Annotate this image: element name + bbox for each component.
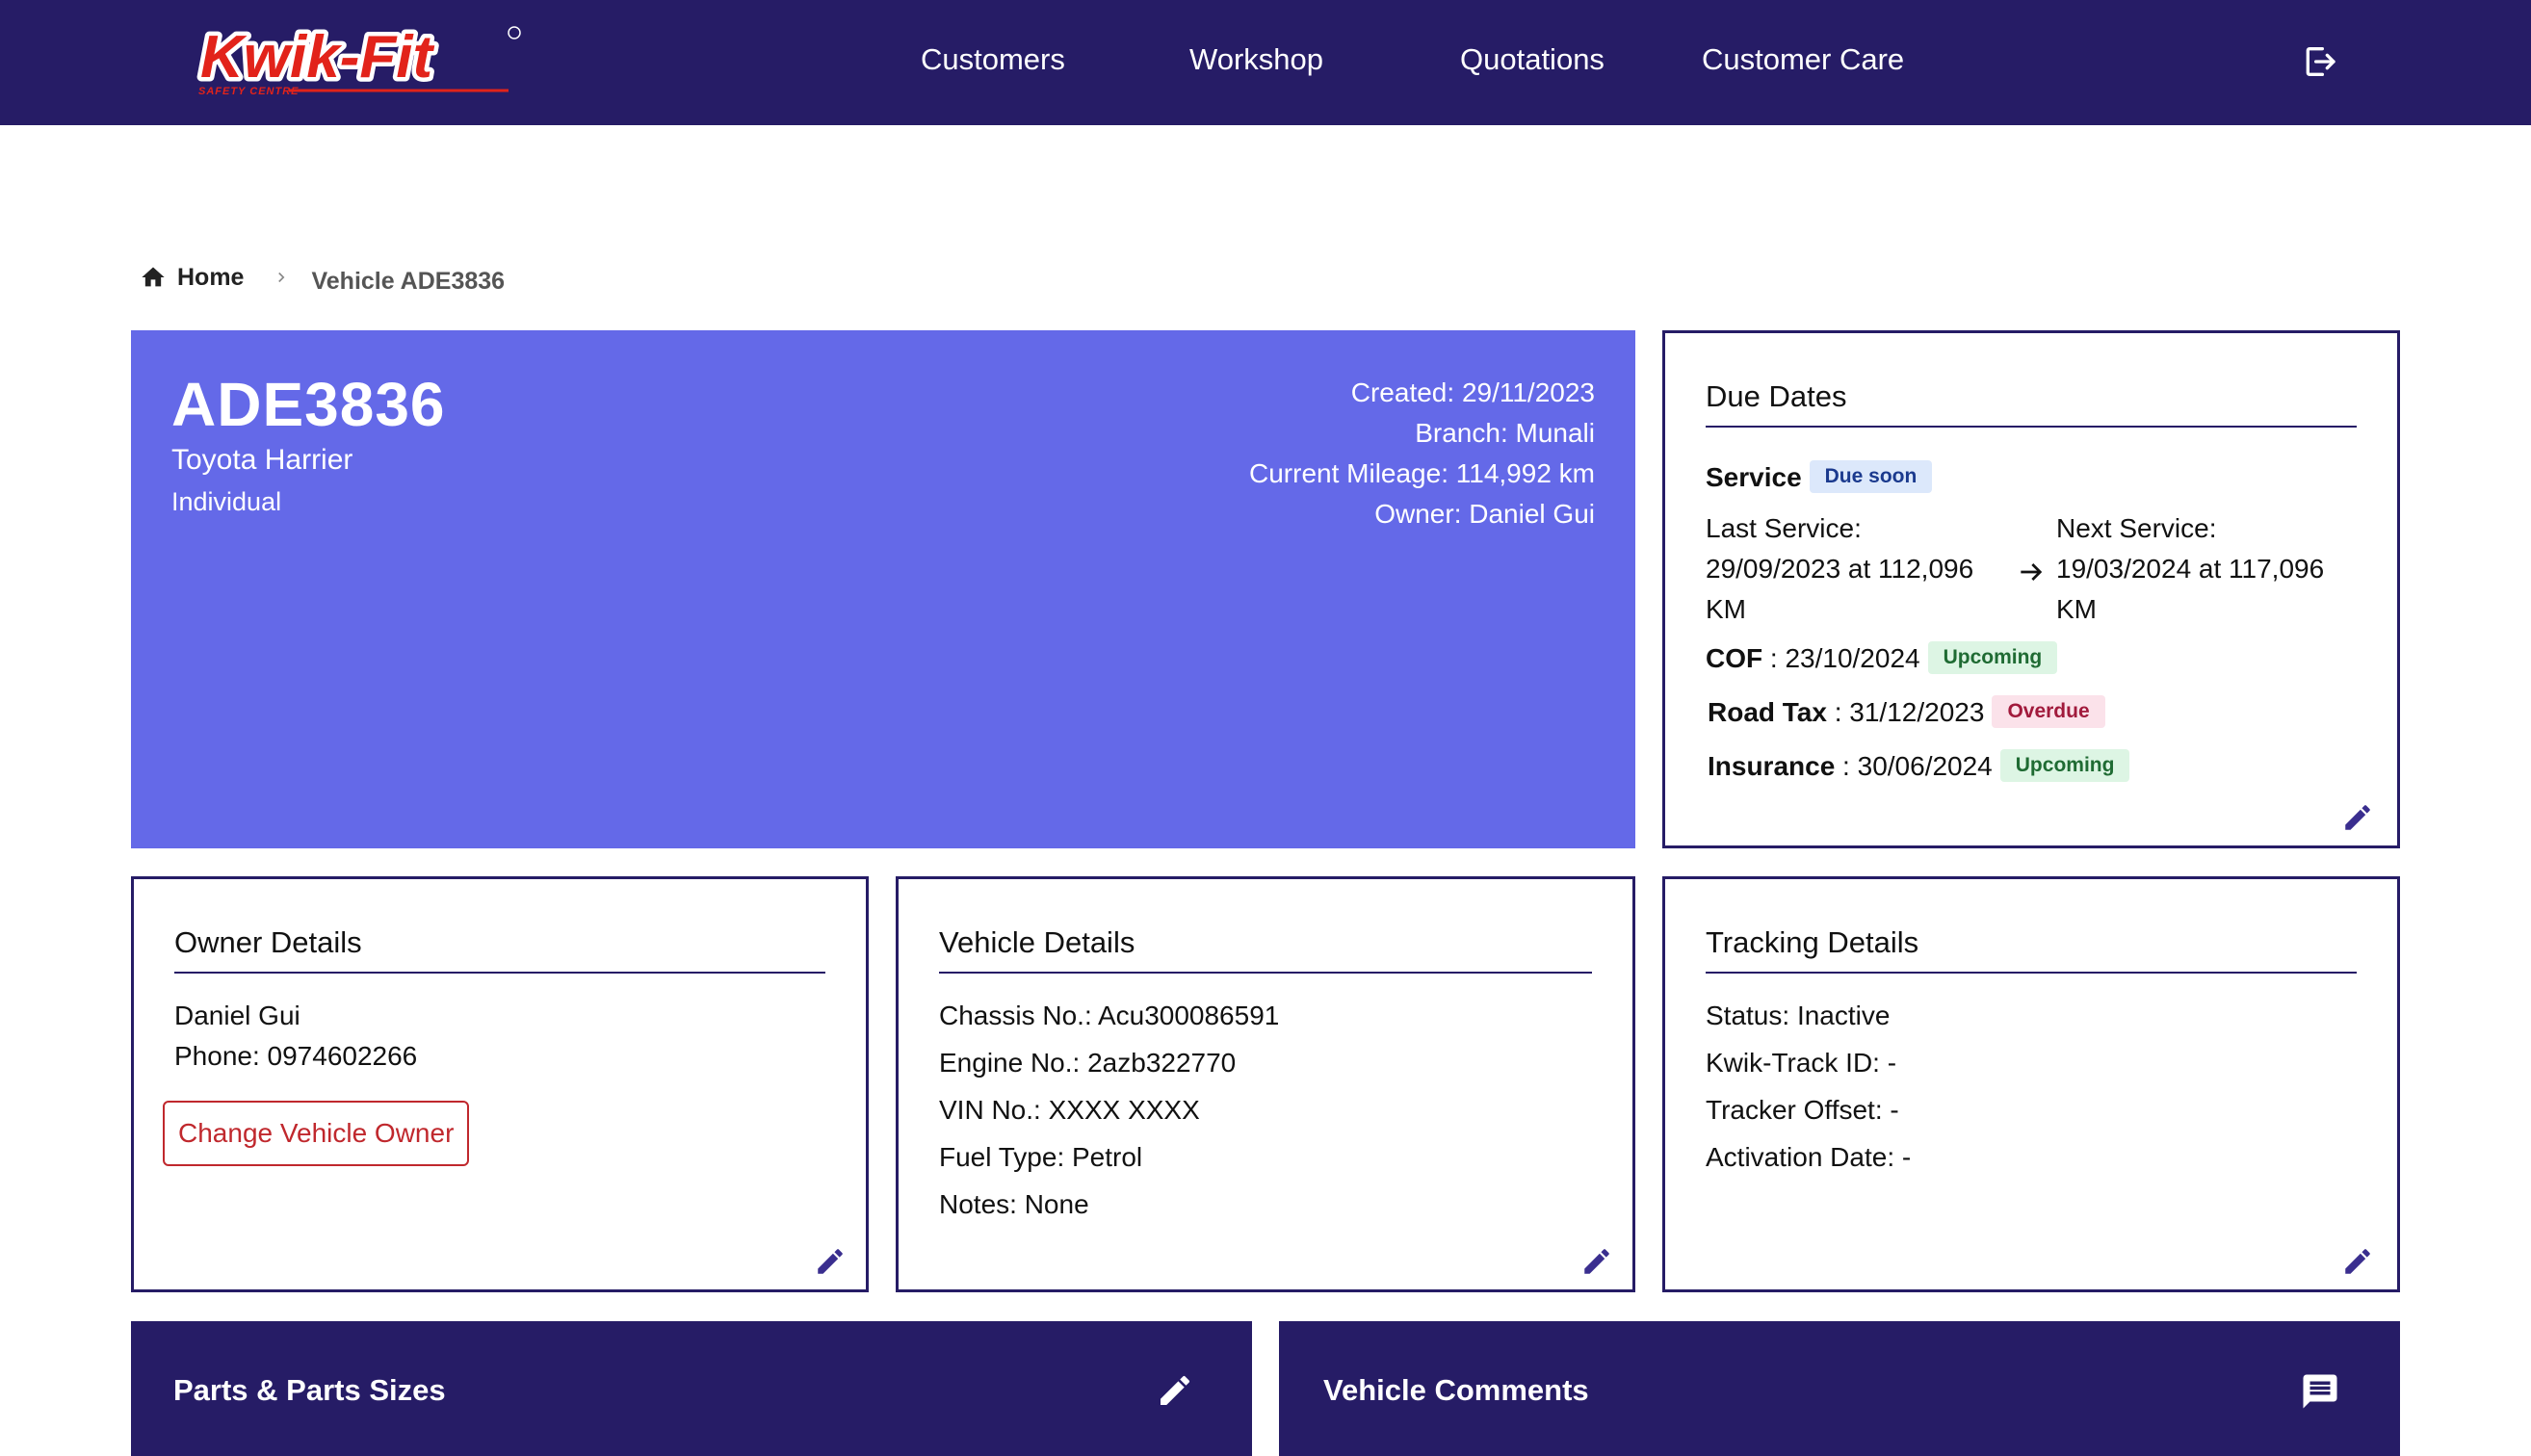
next-service-label: Next Service:	[2056, 513, 2217, 543]
cof-label: COF	[1706, 643, 1763, 673]
owner-details-title: Owner Details	[174, 925, 825, 974]
breadcrumb: Home Vehicle ADE3836	[139, 258, 505, 297]
cof-status-badge: Upcoming	[1927, 640, 2058, 674]
last-service-value: 29/09/2023 at 112,096	[1706, 554, 1974, 584]
kwik-track-id: Kwik-Track ID: -	[1706, 1048, 1897, 1078]
breadcrumb-home[interactable]: Home	[139, 264, 244, 292]
road-tax-row: Road Tax : 31/12/2023 Overdue	[1708, 694, 2105, 731]
tracker-offset: Tracker Offset: -	[1706, 1095, 1899, 1125]
vehicle-notes: Notes: None	[939, 1189, 1089, 1219]
vehicle-owner: Owner: Daniel Gui	[1374, 499, 1595, 529]
vehicle-plate: ADE3836	[171, 370, 446, 439]
comments-panel-title: Vehicle Comments	[1323, 1373, 1589, 1407]
vehicle-branch: Branch: Munali	[1415, 418, 1595, 448]
logout-icon[interactable]	[2300, 42, 2338, 81]
last-service-label: Last Service:	[1706, 513, 1862, 543]
tracking-details-title: Tracking Details	[1706, 925, 2357, 974]
service-row: Service Due soon	[1706, 459, 1933, 496]
edit-due-dates-icon[interactable]	[2341, 801, 2374, 834]
service-label: Service	[1706, 462, 1802, 492]
vehicle-details-card: Vehicle Details Chassis No.: Acu30008659…	[896, 876, 1635, 1292]
vehicle-summary-card: ADE3836 Toyota Harrier Individual Create…	[131, 330, 1635, 848]
top-navbar: Kwik-Fit Kwik-Fit SAFETY CENTRE Customer…	[0, 0, 2531, 125]
cof-value: : 23/10/2024	[1762, 643, 1920, 673]
chevron-right-icon	[273, 267, 290, 288]
insurance-value: : 30/06/2024	[1835, 751, 1993, 781]
breadcrumb-current: Vehicle ADE3836	[311, 267, 506, 295]
comment-icon[interactable]	[2300, 1371, 2340, 1412]
road-tax-label: Road Tax	[1708, 697, 1827, 727]
edit-vehicle-icon[interactable]	[1580, 1245, 1613, 1278]
owner-phone: Phone: 0974602266	[174, 1041, 418, 1071]
logo-subtext: SAFETY CENTRE	[198, 86, 299, 97]
nav-workshop[interactable]: Workshop	[1189, 42, 1323, 77]
owner-details-card: Owner Details Daniel Gui Phone: 09746022…	[131, 876, 869, 1292]
vehicle-mileage: Current Mileage: 114,992 km	[1249, 458, 1595, 488]
edit-parts-icon[interactable]	[1156, 1371, 1194, 1410]
breadcrumb-home-label: Home	[177, 263, 245, 291]
edit-owner-icon[interactable]	[814, 1245, 847, 1278]
insurance-status-badge: Upcoming	[1999, 748, 2130, 782]
kwik-fit-logo[interactable]: Kwik-Fit Kwik-Fit SAFETY CENTRE	[193, 21, 530, 104]
due-dates-card: Due Dates Service Due soon Last Service: …	[1662, 330, 2400, 848]
comments-panel: Vehicle Comments	[1279, 1321, 2400, 1456]
vehicle-details-title: Vehicle Details	[939, 925, 1592, 974]
fuel-type: Fuel Type: Petrol	[939, 1142, 1143, 1172]
logo-text: Kwik-Fit	[200, 24, 434, 91]
last-service: Last Service: 29/09/2023 at 112,096 KM	[1706, 508, 1973, 630]
edit-tracking-icon[interactable]	[2341, 1245, 2374, 1278]
parts-panel-title: Parts & Parts Sizes	[173, 1373, 446, 1407]
vin-number: VIN No.: XXXX XXXX	[939, 1095, 1200, 1125]
next-service-unit: KM	[2056, 594, 2097, 624]
nav-customer-care[interactable]: Customer Care	[1702, 42, 1904, 77]
parts-panel: Parts & Parts Sizes	[131, 1321, 1252, 1456]
next-service: Next Service: 19/03/2024 at 117,096 KM	[2056, 508, 2324, 630]
vehicle-meta: Created: 29/11/2023 Branch: Munali Curre…	[1249, 373, 1595, 534]
cof-row: COF : 23/10/2024 Upcoming	[1706, 640, 2058, 677]
due-dates-title: Due Dates	[1706, 379, 2357, 428]
vehicle-created: Created: 29/11/2023	[1350, 377, 1595, 407]
chassis-number: Chassis No.: Acu300086591	[939, 1001, 1280, 1030]
insurance-label: Insurance	[1708, 751, 1836, 781]
nav-customers[interactable]: Customers	[921, 42, 1065, 77]
engine-number: Engine No.: 2azb322770	[939, 1048, 1237, 1078]
vehicle-model: Toyota Harrier	[171, 444, 353, 476]
tracking-status: Status: Inactive	[1706, 1001, 1891, 1030]
road-tax-status-badge: Overdue	[1992, 694, 2105, 728]
last-service-unit: KM	[1706, 594, 1746, 624]
vehicle-type: Individual	[171, 487, 282, 516]
nav-quotations[interactable]: Quotations	[1460, 42, 1605, 77]
change-vehicle-owner-button[interactable]: Change Vehicle Owner	[163, 1101, 470, 1166]
next-service-value: 19/03/2024 at 117,096	[2056, 554, 2325, 584]
service-status-badge: Due soon	[1809, 459, 1933, 493]
tracking-details-card: Tracking Details Status: Inactive Kwik-T…	[1662, 876, 2400, 1292]
insurance-row: Insurance : 30/06/2024 Upcoming	[1708, 748, 2130, 785]
road-tax-value: : 31/12/2023	[1826, 697, 1985, 727]
owner-name: Daniel Gui	[174, 1001, 300, 1030]
arrow-right-icon	[2021, 563, 2043, 581]
home-icon	[142, 267, 165, 287]
activation-date: Activation Date: -	[1706, 1142, 1912, 1172]
